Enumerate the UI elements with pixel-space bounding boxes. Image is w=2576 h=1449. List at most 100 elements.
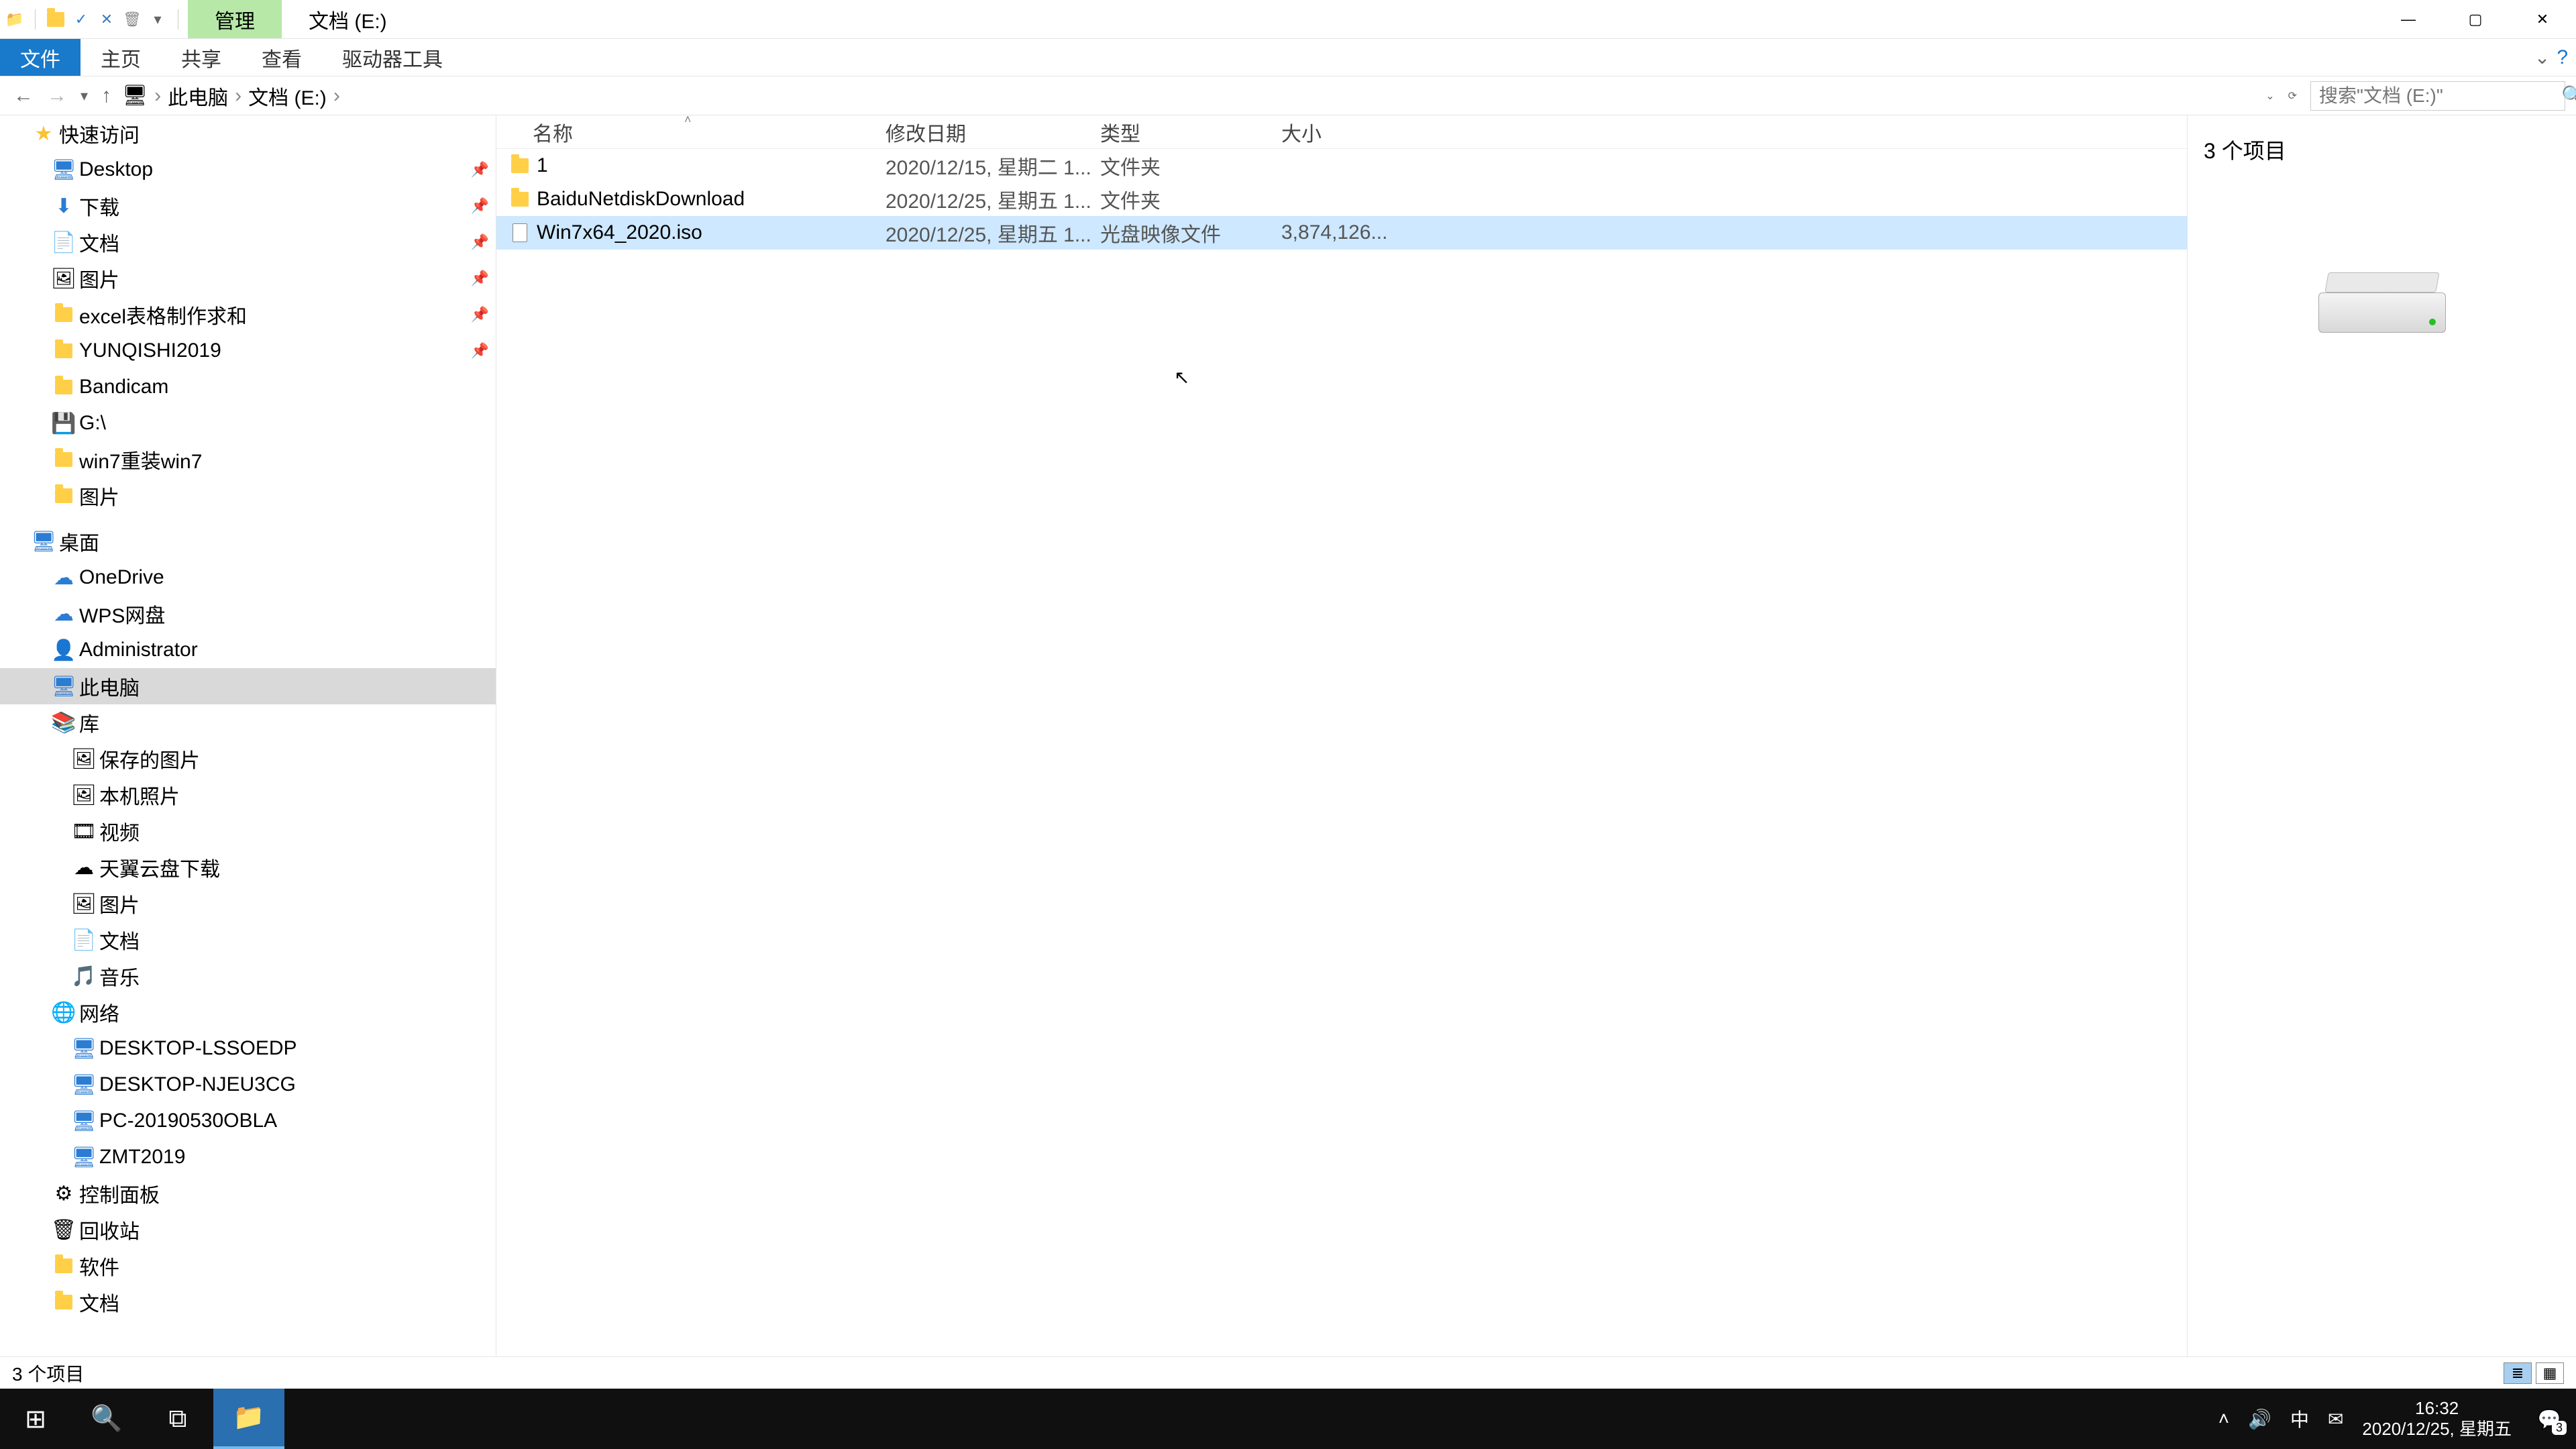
tree-item[interactable]: 🖥DESKTOP-NJEU3CG xyxy=(0,1067,496,1103)
download-icon: ⬇ xyxy=(54,196,74,216)
tree-desktop[interactable]: 🖥桌面 xyxy=(0,523,496,559)
volume-icon[interactable]: 🔊 xyxy=(2248,1408,2271,1430)
qat-dropdown-icon[interactable]: ▾ xyxy=(148,10,167,29)
table-row[interactable]: Win7x64_2020.iso 2020/12/25, 星期五 1... 光盘… xyxy=(496,216,2187,250)
tree-item[interactable]: 🖥Desktop📌 xyxy=(0,152,496,188)
file-list[interactable]: ˄ 名称 修改日期 类型 大小 1 2020/12/15, 星期二 1... 文… xyxy=(496,115,2187,1356)
tree-item[interactable]: 💾G:\ xyxy=(0,405,496,441)
column-type[interactable]: 类型 xyxy=(1100,117,1281,147)
ime-indicator[interactable]: 中 xyxy=(2290,1405,2309,1432)
video-icon: 🎞 xyxy=(74,821,94,841)
tree-item[interactable]: 🎞视频 xyxy=(0,813,496,849)
pin-icon: 📌 xyxy=(471,233,489,251)
tree-item[interactable]: 🖥ZMT2019 xyxy=(0,1139,496,1175)
folder-icon xyxy=(54,449,74,470)
view-icons-button[interactable]: ▦ xyxy=(2536,1362,2564,1384)
ribbon-view[interactable]: 查看 xyxy=(241,39,322,76)
pin-icon: 📌 xyxy=(471,270,489,287)
back-button[interactable]: ← xyxy=(13,85,34,107)
refresh-icon[interactable]: ⟳ xyxy=(2288,89,2297,103)
tree-item[interactable]: 🖼保存的图片 xyxy=(0,741,496,777)
column-size[interactable]: 大小 xyxy=(1281,117,1402,147)
tree-item[interactable]: Bandicam xyxy=(0,369,496,405)
tree-this-pc[interactable]: 🖥此电脑 xyxy=(0,668,496,704)
ribbon-file[interactable]: 文件 xyxy=(0,39,80,76)
column-date[interactable]: 修改日期 xyxy=(885,117,1100,147)
taskbar-search[interactable]: 🔍 xyxy=(71,1389,142,1449)
chevron-right-icon[interactable]: › xyxy=(154,85,161,107)
ribbon-share[interactable]: 共享 xyxy=(161,39,241,76)
tree-item[interactable]: ⬇下载📌 xyxy=(0,188,496,224)
contextual-tab-manage[interactable]: 管理 xyxy=(188,0,282,38)
taskbar-clock[interactable]: 16:32 2020/12/25, 星期五 xyxy=(2362,1398,2512,1440)
search-input[interactable]: 🔍 xyxy=(2310,81,2565,111)
pin-icon: 📌 xyxy=(471,197,489,215)
tree-item[interactable]: ☁OneDrive xyxy=(0,559,496,596)
ribbon-home[interactable]: 主页 xyxy=(80,39,161,76)
table-row[interactable]: BaiduNetdiskDownload 2020/12/25, 星期五 1..… xyxy=(496,182,2187,216)
qat-close-icon[interactable]: ✕ xyxy=(97,10,116,29)
tree-recycle-bin[interactable]: 🗑回收站 xyxy=(0,1212,496,1248)
chevron-right-icon[interactable]: › xyxy=(333,85,340,107)
tree-item[interactable]: 软件 xyxy=(0,1248,496,1284)
task-view-button[interactable]: ⧉ xyxy=(142,1389,213,1449)
tree-item[interactable]: excel表格制作求和📌 xyxy=(0,297,496,333)
tray-app-icon[interactable]: ✉ xyxy=(2328,1408,2343,1430)
table-row[interactable]: 1 2020/12/15, 星期二 1... 文件夹 xyxy=(496,149,2187,182)
tree-item[interactable]: 🖥PC-20190530OBLA xyxy=(0,1103,496,1139)
minimize-button[interactable]: ― xyxy=(2375,0,2442,39)
tree-control-panel[interactable]: ⚙控制面板 xyxy=(0,1175,496,1212)
tree-item[interactable]: 📄文档📌 xyxy=(0,224,496,260)
action-center-button[interactable]: 💬3 xyxy=(2530,1400,2568,1438)
picture-icon: 🖼 xyxy=(74,749,94,769)
tree-item[interactable]: 📄文档 xyxy=(0,922,496,958)
taskbar[interactable]: ⊞ 🔍 ⧉ 📁 ˄ 🔊 中 ✉ 16:32 2020/12/25, 星期五 💬3 xyxy=(0,1389,2576,1449)
tree-item[interactable]: 文档 xyxy=(0,1284,496,1320)
navigation-tree[interactable]: ★快速访问 🖥Desktop📌 ⬇下载📌 📄文档📌 🖼图片📌 excel表格制作… xyxy=(0,115,496,1356)
tree-network[interactable]: 🌐网络 xyxy=(0,994,496,1030)
cursor-icon: ↖ xyxy=(1174,366,1189,388)
breadcrumb-drive[interactable]: 文档 (E:) xyxy=(248,81,327,111)
help-icon[interactable]: ? xyxy=(2557,46,2568,69)
tree-item[interactable]: 🖼图片 xyxy=(0,885,496,922)
tree-item[interactable]: 🖥DESKTOP-LSSOEDP xyxy=(0,1030,496,1067)
recent-dropdown-icon[interactable]: ▾ xyxy=(80,87,88,105)
tree-item[interactable]: 👤Administrator xyxy=(0,632,496,668)
start-button[interactable]: ⊞ xyxy=(0,1389,71,1449)
qat-folder-icon[interactable] xyxy=(46,10,65,29)
iso-file-icon xyxy=(510,223,530,242)
tree-item[interactable]: 🖼图片📌 xyxy=(0,260,496,297)
address-dropdown-icon[interactable]: ⌄ xyxy=(2265,89,2274,103)
up-button[interactable]: ↑ xyxy=(101,85,111,107)
tree-quick-access[interactable]: ★快速访问 xyxy=(0,115,496,152)
maximize-button[interactable]: ▢ xyxy=(2442,0,2509,39)
chevron-right-icon[interactable]: › xyxy=(235,85,241,107)
tree-item[interactable]: ☁天翼云盘下载 xyxy=(0,849,496,885)
library-icon: 📚 xyxy=(54,712,74,733)
view-details-button[interactable]: ≣ xyxy=(2504,1362,2532,1384)
close-button[interactable]: ✕ xyxy=(2509,0,2576,39)
pin-icon: 📌 xyxy=(471,306,489,323)
qat-delete-icon[interactable]: 🗑 xyxy=(123,10,142,29)
ribbon-drive-tools[interactable]: 驱动器工具 xyxy=(322,39,463,76)
tree-item[interactable]: 图片 xyxy=(0,478,496,514)
tree-item[interactable]: 🖼本机照片 xyxy=(0,777,496,813)
tray-chevron-icon[interactable]: ˄ xyxy=(2218,1408,2229,1430)
tree-item[interactable]: 🎵音乐 xyxy=(0,958,496,994)
qat-check-icon[interactable]: ✓ xyxy=(72,10,91,29)
breadcrumb[interactable]: 🖥 › 此电脑 › 文档 (E:) › xyxy=(122,81,2255,111)
picture-icon: 🖼 xyxy=(54,268,74,288)
tree-item[interactable]: ☁WPS网盘 xyxy=(0,596,496,632)
taskbar-explorer[interactable]: 📁 xyxy=(213,1389,284,1449)
wps-icon: ☁ xyxy=(54,604,74,624)
tree-item[interactable]: YUNQISHI2019📌 xyxy=(0,333,496,369)
search-icon[interactable]: 🔍 xyxy=(2561,85,2576,107)
pin-icon: 📌 xyxy=(471,342,489,360)
tree-libraries[interactable]: 📚库 xyxy=(0,704,496,741)
ribbon-expand-icon[interactable]: ⌄ xyxy=(2534,46,2550,68)
forward-button[interactable]: → xyxy=(47,85,67,107)
tree-item[interactable]: win7重装win7 xyxy=(0,441,496,478)
window-title: 文档 (E:) xyxy=(282,0,414,38)
breadcrumb-pc[interactable]: 此电脑 xyxy=(168,81,228,111)
network-icon: 🌐 xyxy=(54,1002,74,1022)
